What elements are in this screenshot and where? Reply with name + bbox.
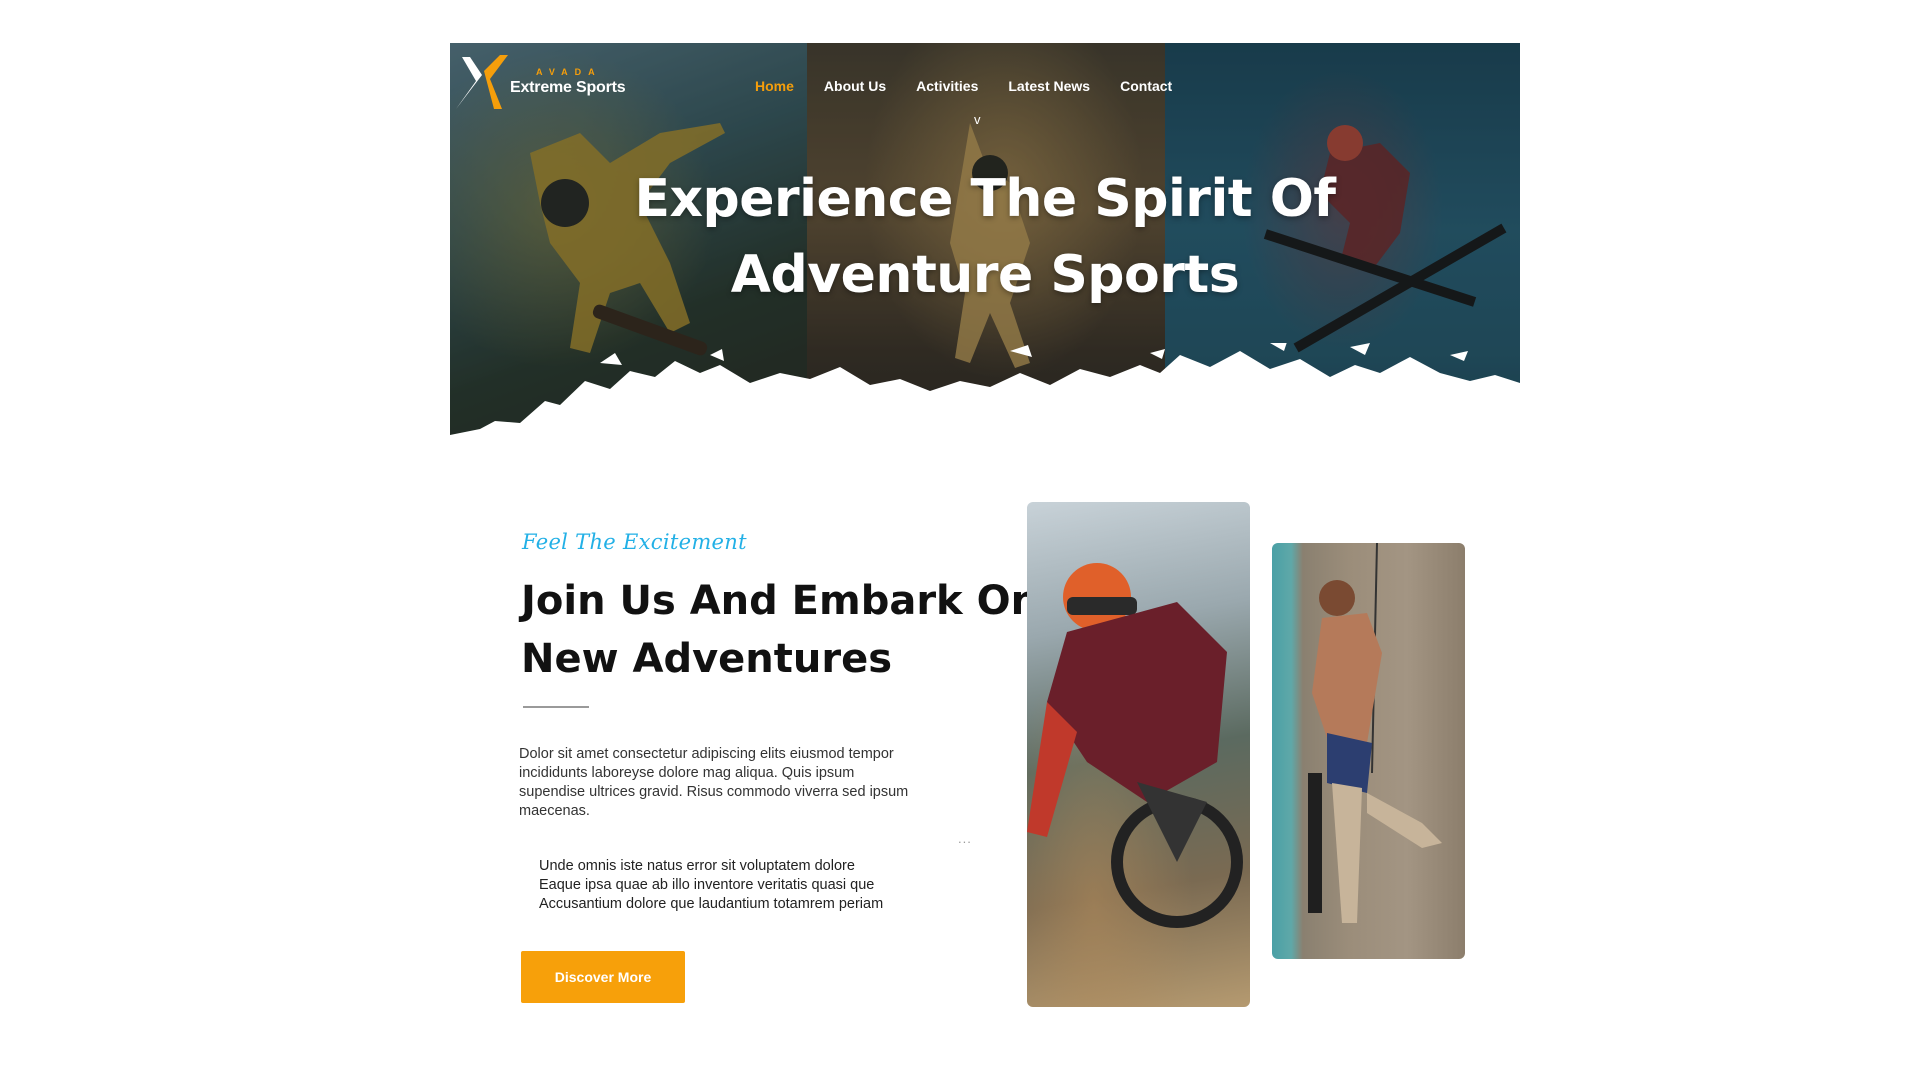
nav-activities[interactable]: Activities [901, 78, 993, 94]
chevron-down-icon[interactable]: v [974, 112, 981, 127]
discover-more-button[interactable]: Discover More [521, 951, 685, 1003]
paragraph-line: supendise ultrices gravid. Risus commodo… [519, 784, 909, 800]
torn-paper-edge [450, 343, 1520, 458]
list-item: Accusantium dolore que laudantium totamr… [539, 896, 884, 912]
x-logo-icon [456, 55, 508, 109]
paragraph-line: incididunts laboreyse dolore mag aliqua.… [519, 765, 855, 781]
brand-small-label: AVADA [536, 67, 602, 77]
hero-banner: AVADA Extreme Sports Home About Us Activ… [450, 43, 1520, 458]
nav-contact[interactable]: Contact [1105, 78, 1187, 94]
mountain-biker-photo [1027, 502, 1250, 1007]
section-heading-line-1: Join Us And Embark On [521, 578, 1040, 624]
rock-climber-photo [1272, 543, 1465, 959]
page: AVADA Extreme Sports Home About Us Activ… [0, 0, 1920, 1080]
brand-text: AVADA Extreme Sports [510, 67, 626, 97]
mountain-biker-figure [1027, 563, 1243, 928]
paragraph-line: Dolor sit amet consectetur adipiscing el… [519, 746, 894, 762]
rock-climber-figure [1308, 543, 1442, 923]
section-heading-line-2: New Adventures [521, 636, 893, 682]
paragraph-line: maecenas. [519, 803, 590, 819]
brand-name: Extreme Sports [510, 79, 626, 96]
section-tagline: Feel The Excitement [522, 530, 747, 554]
list-item: Eaque ipsa quae ab illo inventore verita… [539, 877, 875, 893]
more-dots-icon: ... [958, 831, 972, 846]
main-navigation: Home About Us Activities Latest News Con… [740, 78, 1187, 94]
nav-about-us[interactable]: About Us [809, 78, 901, 94]
feature-list: Unde omnis iste natus error sit voluptat… [539, 857, 883, 914]
nav-latest-news[interactable]: Latest News [993, 78, 1105, 94]
intro-paragraph: Dolor sit amet consectetur adipiscing el… [519, 745, 919, 821]
brand-logo[interactable]: AVADA Extreme Sports [454, 53, 626, 111]
nav-home[interactable]: Home [740, 78, 809, 94]
hero-title-line-2: Adventure Sports [730, 245, 1240, 305]
hero-title-line-1: Experience The Spirit Of [634, 169, 1336, 229]
list-item: Unde omnis iste natus error sit voluptat… [539, 858, 855, 874]
heading-divider [523, 706, 589, 708]
hero-title: Experience The Spirit Of Adventure Sport… [450, 161, 1520, 313]
section-heading: Join Us And Embark On New Adventures [521, 572, 1041, 688]
